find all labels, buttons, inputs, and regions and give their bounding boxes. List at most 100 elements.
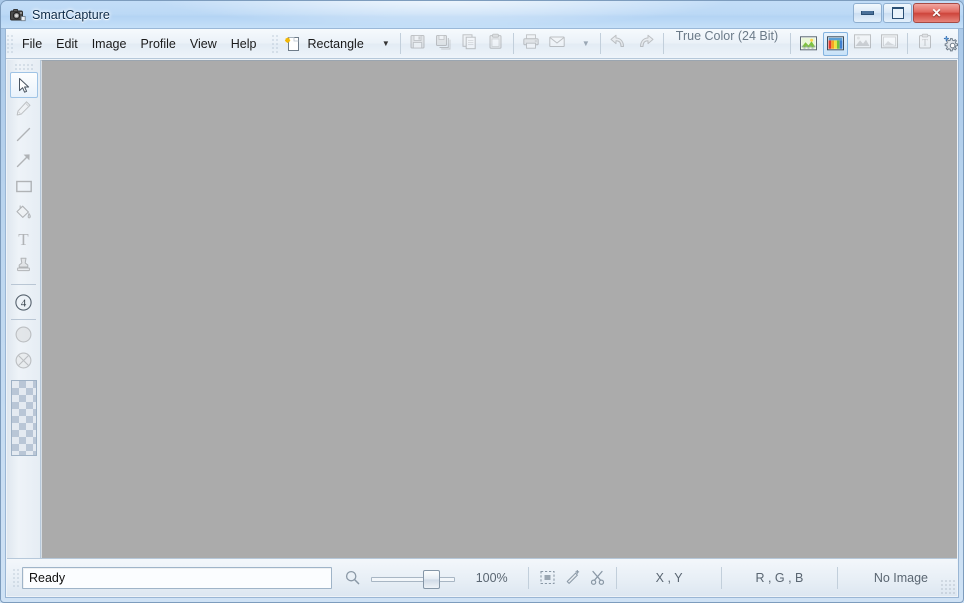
statusbar-separator-1 (528, 567, 529, 589)
rubber-stamp-icon (15, 256, 32, 278)
undo-arrow-icon (609, 33, 628, 55)
menu-item-file[interactable]: File (15, 33, 49, 55)
chevron-down-icon: ▼ (382, 39, 390, 48)
file-button-group (405, 29, 509, 58)
zoom-slider[interactable] (371, 568, 455, 588)
monochrome-mode-button[interactable] (877, 32, 902, 56)
window-title: SmartCapture (32, 6, 110, 24)
zoom-slider-thumb[interactable] (423, 570, 440, 589)
output-button-group: ▼ (518, 29, 596, 58)
ellipse-color-tool[interactable] (10, 324, 38, 350)
text-clipboard-button[interactable]: T (913, 32, 937, 56)
magnifier-icon[interactable] (342, 568, 363, 588)
redo-button[interactable] (633, 32, 658, 56)
circle-x-icon (14, 351, 33, 375)
rectangle-tool[interactable] (10, 176, 38, 202)
capture-mode-label: Rectangle (307, 37, 363, 51)
envelope-icon (548, 33, 566, 55)
monochrome-image-icon (880, 33, 899, 55)
statusbar-separator-3 (721, 567, 722, 589)
text-tool[interactable]: T (10, 228, 38, 254)
resize-grip[interactable] (941, 580, 955, 594)
paste-button[interactable] (484, 32, 508, 56)
toolbar-drag-handle[interactable] (271, 34, 278, 54)
menu-item-image[interactable]: Image (85, 33, 134, 55)
grayscale-mode-button[interactable] (850, 32, 875, 56)
menu-item-profile[interactable]: Profile (133, 33, 182, 55)
circle-icon (14, 325, 33, 349)
minimize-button[interactable] (853, 3, 882, 23)
window-controls: ✕ (853, 3, 960, 23)
application-window: SmartCapture ✕ File Edit Image Profile V… (0, 0, 964, 603)
grayscale-image-icon (853, 33, 872, 55)
marquee-select-icon[interactable] (538, 568, 559, 588)
toolbar-separator-5 (790, 33, 791, 54)
svg-text:T: T (18, 230, 29, 248)
history-button-group (605, 29, 659, 58)
pencil-icon (15, 100, 32, 122)
menu-item-view[interactable]: View (183, 33, 224, 55)
svg-text:T: T (922, 37, 928, 47)
extra-button-group: T (912, 29, 964, 58)
menu-toolbar-strip: File Edit Image Profile View Help (6, 29, 958, 59)
circled-number-icon: 4 (14, 293, 33, 312)
mail-button[interactable] (545, 32, 569, 56)
zoom-slider-track (371, 577, 455, 582)
palette-divider-1 (11, 284, 36, 285)
save-all-button[interactable] (432, 32, 456, 56)
save-button[interactable] (406, 32, 430, 56)
settings-button[interactable] (939, 32, 964, 56)
capture-mode-dropdown[interactable]: ▼ (371, 32, 395, 56)
fill-tool[interactable] (10, 202, 38, 228)
gear-settings-icon (942, 35, 961, 53)
clipboard-icon (487, 33, 504, 55)
canvas-area[interactable] (41, 60, 957, 558)
rectangle-icon (15, 179, 33, 199)
maximize-button[interactable] (883, 3, 912, 23)
title-bar-glow (1, 1, 963, 29)
print-button[interactable] (519, 32, 543, 56)
transparency-mode-button[interactable] (796, 32, 821, 56)
status-bar: Ready 100% (7, 558, 957, 596)
capture-mode-button[interactable]: Rectangle (279, 32, 368, 56)
save-all-icon (435, 33, 452, 55)
new-capture-icon (284, 35, 302, 53)
magic-wand-icon[interactable] (562, 568, 583, 588)
pencil-tool[interactable] (10, 98, 38, 124)
cursor-arrow-icon (16, 77, 32, 94)
menu-item-help[interactable]: Help (224, 33, 264, 55)
no-color-tool[interactable] (10, 350, 38, 376)
text-clipboard-icon: T (917, 33, 933, 55)
line-icon (15, 126, 32, 148)
floppy-disk-icon (409, 33, 426, 55)
status-message: Ready (29, 571, 65, 585)
statusbar-drag-handle[interactable] (12, 568, 19, 588)
line-tool[interactable] (10, 124, 38, 150)
zoom-level-label: 100% (463, 571, 521, 585)
client-area: File Edit Image Profile View Help (5, 29, 959, 598)
copy-button[interactable] (458, 32, 482, 56)
palette-drag-handle[interactable] (14, 63, 34, 70)
status-message-field: Ready (22, 567, 332, 589)
stamp-tool[interactable] (10, 254, 38, 280)
rgb-label: R , G , B (729, 571, 830, 585)
palette-divider-2 (11, 319, 36, 320)
scissors-icon[interactable] (587, 568, 608, 588)
menu-item-edit[interactable]: Edit (49, 33, 85, 55)
copy-icon (461, 33, 478, 55)
menubar-drag-handle[interactable] (6, 34, 13, 54)
color-depth-label: True Color (24 Bit) (668, 29, 786, 58)
numbered-stamp-tool[interactable]: 4 (10, 289, 38, 315)
true-color-mode-button[interactable] (823, 32, 848, 56)
capture-mode-group: Rectangle ▼ (278, 29, 395, 58)
mail-dropdown-button[interactable]: ▼ (571, 32, 595, 56)
redo-arrow-icon (636, 33, 655, 55)
color-palette-image-icon (826, 35, 845, 52)
statusbar-separator-2 (616, 567, 617, 589)
select-tool[interactable] (10, 72, 38, 98)
undo-button[interactable] (606, 32, 631, 56)
close-button[interactable]: ✕ (913, 3, 960, 23)
arrow-tool[interactable] (10, 150, 38, 176)
transparency-swatch[interactable] (11, 380, 37, 456)
tool-palette: T 4 (7, 60, 41, 558)
